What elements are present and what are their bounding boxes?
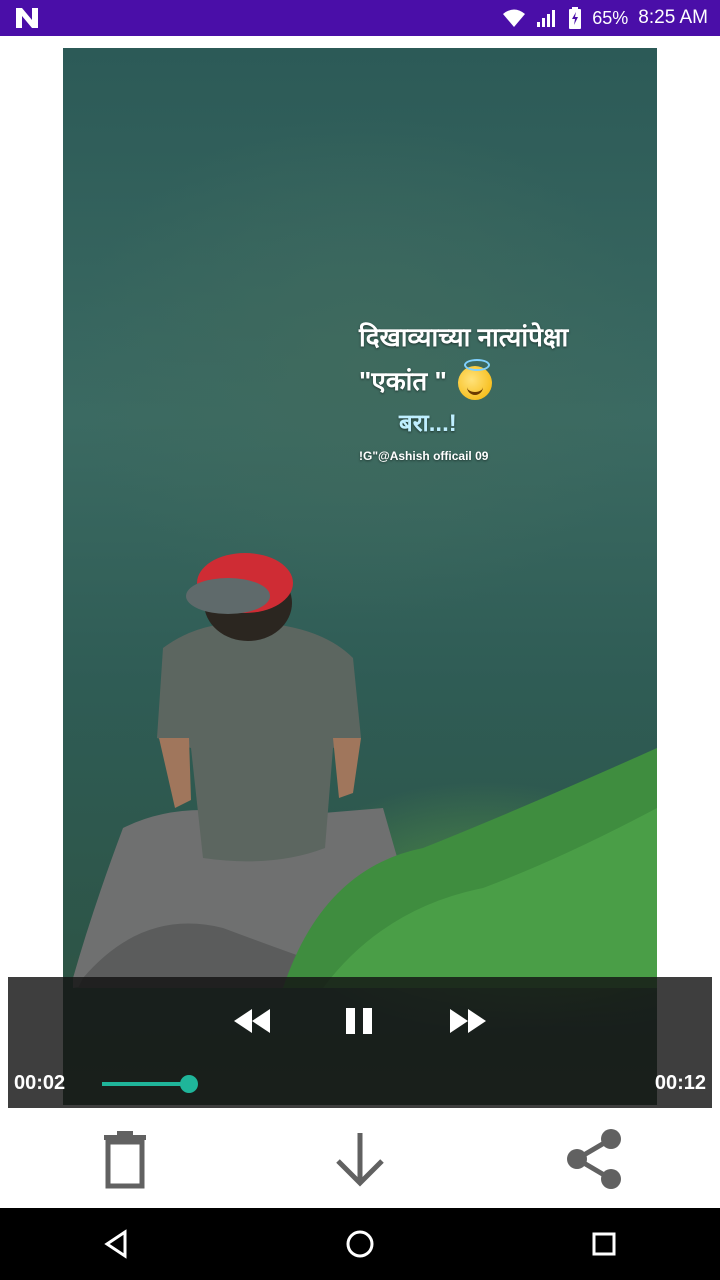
- seek-thumb[interactable]: [180, 1075, 198, 1093]
- video-frame[interactable]: दिखाव्याच्या नात्यांपेक्षा "एकांत " बरा.…: [63, 48, 657, 1105]
- battery-percent: 65%: [592, 7, 629, 28]
- overlay-quote: दिखाव्याच्या नात्यांपेक्षा "एकांत " बरा.…: [359, 318, 568, 463]
- share-button[interactable]: [560, 1124, 630, 1194]
- navigation-bar: [0, 1208, 720, 1280]
- download-button[interactable]: [325, 1124, 395, 1194]
- share-icon: [567, 1129, 621, 1189]
- clock: 8:25 AM: [638, 7, 708, 28]
- action-bar: [0, 1108, 720, 1208]
- recents-icon: [592, 1232, 616, 1256]
- player-controls: 00:02 00:12: [8, 977, 712, 1108]
- quote-line-1: दिखाव्याच्या नात्यांपेक्षा: [359, 322, 569, 352]
- quote-line-3: बरा...!: [399, 410, 457, 438]
- total-time: 00:12: [654, 1072, 706, 1094]
- download-icon: [336, 1133, 384, 1187]
- video-scene: [73, 553, 657, 988]
- pause-icon[interactable]: [338, 1005, 382, 1037]
- home-button[interactable]: [340, 1224, 380, 1264]
- signal-icon: [537, 10, 556, 27]
- delete-button[interactable]: [90, 1124, 160, 1194]
- current-time: 00:02: [14, 1072, 66, 1094]
- quote-line-2: "एकांत ": [359, 359, 568, 401]
- home-icon: [346, 1230, 374, 1258]
- recents-button[interactable]: [584, 1224, 624, 1264]
- seek-progress: [102, 1082, 189, 1086]
- delete-icon: [104, 1131, 146, 1189]
- wifi-icon: [503, 9, 526, 27]
- angel-emoji-icon: [458, 359, 493, 401]
- fast-forward-icon[interactable]: [446, 1005, 490, 1037]
- back-button[interactable]: [96, 1224, 136, 1264]
- battery-icon: [569, 7, 582, 29]
- rewind-icon[interactable]: [230, 1005, 274, 1037]
- back-icon: [104, 1229, 127, 1259]
- status-bar: 65% 8:25 AM: [0, 0, 720, 36]
- seek-bar[interactable]: [102, 1075, 622, 1093]
- notification-n-icon: [16, 8, 38, 28]
- credit-text: !G"@Ashish officail 09: [359, 449, 489, 464]
- quote-line-2-text: "एकांत ": [359, 366, 447, 396]
